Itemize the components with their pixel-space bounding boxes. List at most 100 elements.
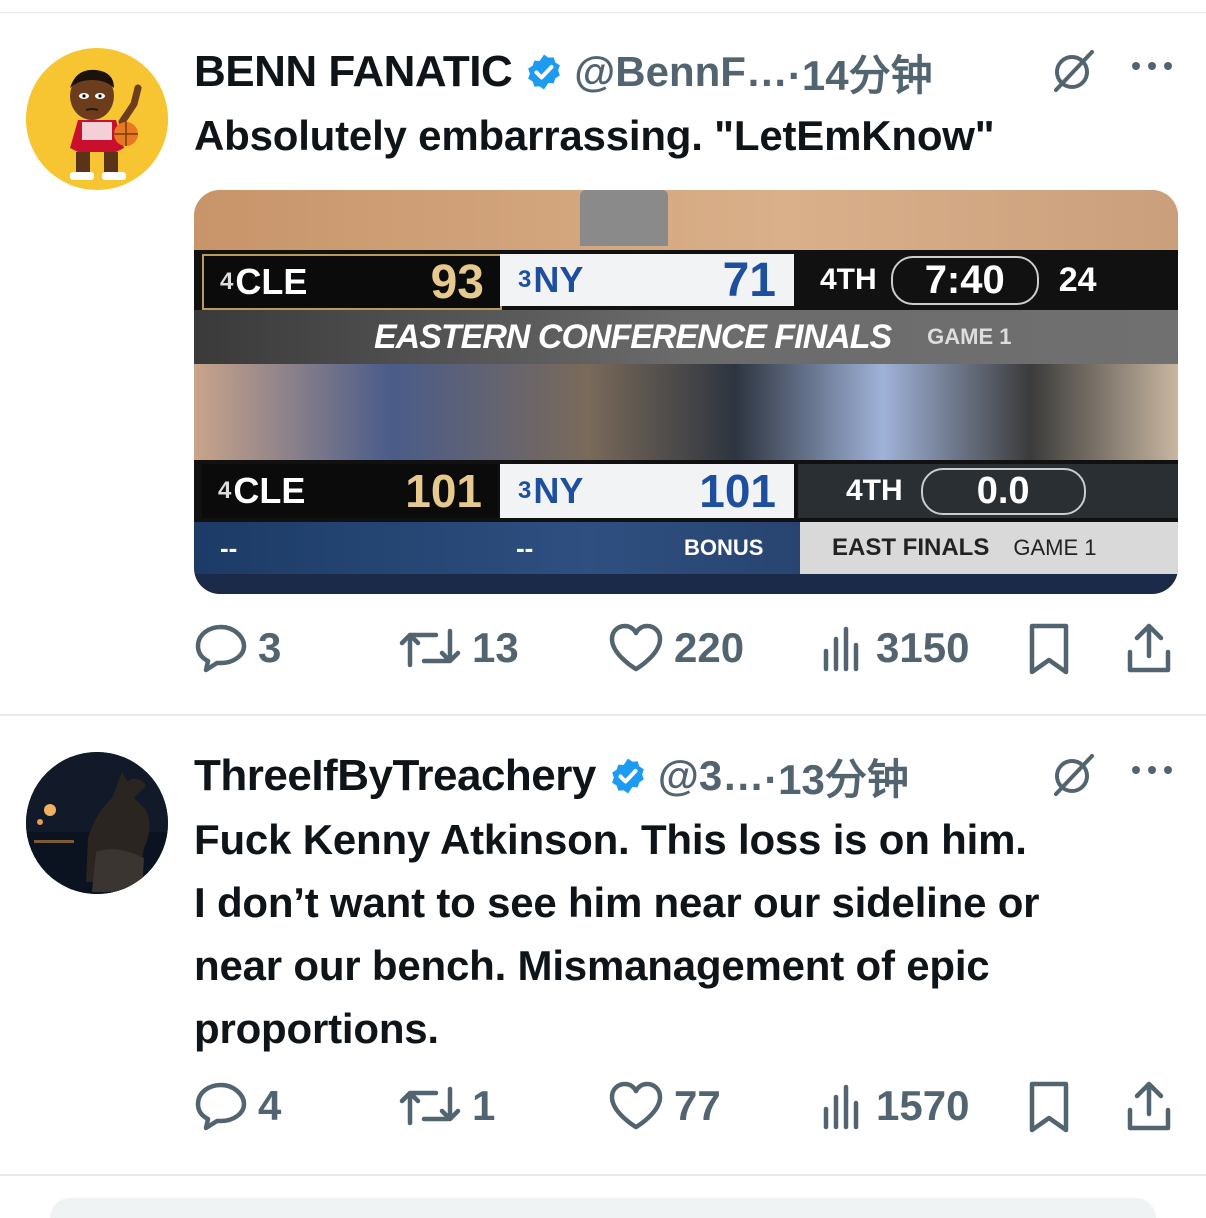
avatar[interactable] — [26, 752, 168, 894]
game-number: GAME 1 — [927, 324, 1012, 349]
tweet-text-line: Fuck Kenny Atkinson. This loss is on him… — [194, 816, 1027, 863]
like-count: 220 — [674, 624, 745, 671]
crowd-bottom — [194, 574, 1178, 594]
display-name[interactable]: BENN FANATIC — [194, 47, 513, 97]
reply-button[interactable]: 3 — [194, 618, 281, 678]
avatar[interactable] — [26, 48, 168, 190]
home-team-panel: 3 NY 101 — [500, 464, 794, 518]
series-name: EASTERN CONFERENCE FINALS — [374, 317, 892, 356]
shot-clock: 24 — [1058, 260, 1097, 299]
tweet-header: BENN FANATIC @BennF… ·14分钟 — [194, 42, 933, 102]
action-bar: 3 13 220 3150 — [194, 618, 1184, 678]
series-banner-bottom: -- -- BONUS EAST FINALS GAME 1 — [194, 522, 1178, 574]
views-icon — [823, 1084, 859, 1130]
quarter: 4TH — [846, 474, 903, 507]
tweet-text-line: near our bench. Mismanagement of epic — [194, 942, 990, 989]
grok-icon[interactable] — [1048, 46, 1096, 94]
more-icon[interactable] — [1128, 758, 1176, 782]
game-clock-panel: 4TH 0.0 — [798, 464, 1178, 518]
referee-figure — [580, 190, 668, 246]
share-icon[interactable] — [1124, 1076, 1174, 1136]
repost-count: 13 — [472, 624, 519, 671]
action-bar: 4 1 77 1570 — [194, 1076, 1184, 1136]
scoreboard-top: 4 CLE 93 3 NY 71 4TH 7:40 24 — [194, 250, 1178, 310]
top-divider — [0, 12, 1206, 13]
tweet-text-line: proportions. — [194, 1005, 439, 1052]
timestamp[interactable]: ·14分钟 — [788, 42, 933, 103]
more-icon[interactable] — [1128, 54, 1176, 78]
bookmark-icon[interactable] — [1026, 1076, 1072, 1136]
display-name[interactable]: ThreeIfByTreachery — [194, 751, 596, 801]
away-team: CLE — [235, 261, 308, 302]
reply-icon — [195, 624, 247, 673]
series-name: EAST FINALS — [832, 534, 990, 561]
repost-icon — [399, 1086, 461, 1126]
tweet-1[interactable]: BENN FANATIC @BennF… ·14分钟 Absolutely em… — [0, 40, 1206, 710]
repost-count: 1 — [472, 1082, 496, 1129]
away-seed: 4 — [218, 477, 232, 504]
home-seed: 3 — [518, 477, 532, 504]
game-clock-panel: 4TH 7:40 24 — [798, 254, 1178, 306]
court-background — [194, 190, 1178, 250]
tweet-text: Fuck Kenny Atkinson. This loss is on him… — [194, 808, 1040, 1060]
grok-icon[interactable] — [1048, 750, 1096, 798]
away-score: 101 — [405, 465, 482, 517]
verified-badge-icon — [612, 758, 644, 794]
avatar-statue-icon — [26, 752, 168, 894]
tweet-text-line: I don’t want to see him near our sidelin… — [194, 879, 1040, 926]
view-count: 3150 — [876, 624, 970, 671]
reply-count: 3 — [258, 624, 282, 671]
tweet-media-image[interactable]: 4 CLE 93 3 NY 71 4TH 7:40 24 EASTERN CON… — [194, 190, 1178, 594]
views-button[interactable]: 3150 — [820, 618, 969, 678]
bonus-indicator: BONUS — [684, 535, 764, 560]
reply-count: 4 — [258, 1082, 282, 1129]
view-count: 1570 — [876, 1082, 970, 1129]
home-seed: 3 — [518, 266, 532, 293]
like-button[interactable]: 220 — [608, 618, 744, 678]
handle[interactable]: @3… — [658, 752, 764, 800]
home-score: 101 — [699, 465, 776, 517]
tweet-text-line: Absolutely embarrassing. "LetEmKnow" — [194, 112, 995, 159]
avatar-cartoon-icon — [26, 48, 168, 190]
reply-icon — [195, 1082, 247, 1131]
away-team-panel: 4 CLE 93 — [202, 254, 502, 310]
tweet-divider — [0, 1174, 1206, 1176]
quarter: 4TH — [820, 263, 877, 296]
crowd-background — [194, 364, 1178, 460]
tweet-text: Absolutely embarrassing. "LetEmKnow" — [194, 104, 995, 167]
like-icon — [609, 623, 663, 672]
away-seed: 4 — [220, 268, 234, 295]
repost-icon — [399, 628, 461, 668]
timestamp[interactable]: ·13分钟 — [764, 746, 909, 807]
reply-button[interactable]: 4 — [194, 1076, 281, 1136]
views-icon — [823, 626, 859, 672]
home-team: NY — [533, 259, 584, 300]
home-team: NY — [533, 470, 584, 511]
tweet-header: ThreeIfByTreachery @3… ·13分钟 — [194, 746, 909, 806]
away-timeouts: -- — [220, 532, 238, 563]
verified-badge-icon — [528, 54, 561, 90]
home-team-panel: 3 NY 71 — [500, 253, 794, 307]
share-icon[interactable] — [1124, 618, 1174, 678]
series-banner-top: EASTERN CONFERENCE FINALS GAME 1 — [194, 310, 1178, 364]
game-clock: 7:40 — [890, 255, 1039, 305]
series-label-panel: EAST FINALS GAME 1 — [800, 522, 1178, 574]
away-team-panel: 4 CLE 101 — [202, 464, 498, 518]
views-button[interactable]: 1570 — [820, 1076, 969, 1136]
home-timeouts: -- — [516, 532, 534, 563]
handle[interactable]: @BennF… — [574, 48, 788, 96]
tweet-divider — [0, 714, 1206, 716]
like-button[interactable]: 77 — [608, 1076, 721, 1136]
away-team: CLE — [233, 470, 306, 511]
game-number: GAME 1 — [1013, 535, 1097, 560]
next-tweet-edge — [50, 1198, 1156, 1218]
game-clock: 0.0 — [920, 467, 1086, 515]
repost-button[interactable]: 1 — [398, 1076, 495, 1136]
home-score: 71 — [722, 253, 776, 307]
tweet-2[interactable]: ThreeIfByTreachery @3… ·13分钟 Fuck Kenny … — [0, 744, 1206, 1164]
bookmark-icon[interactable] — [1026, 618, 1072, 678]
scoreboard-bottom: 4 CLE 101 3 NY 101 4TH 0.0 — [194, 460, 1178, 522]
like-icon — [609, 1081, 663, 1130]
like-count: 77 — [674, 1082, 721, 1129]
repost-button[interactable]: 13 — [398, 618, 519, 678]
